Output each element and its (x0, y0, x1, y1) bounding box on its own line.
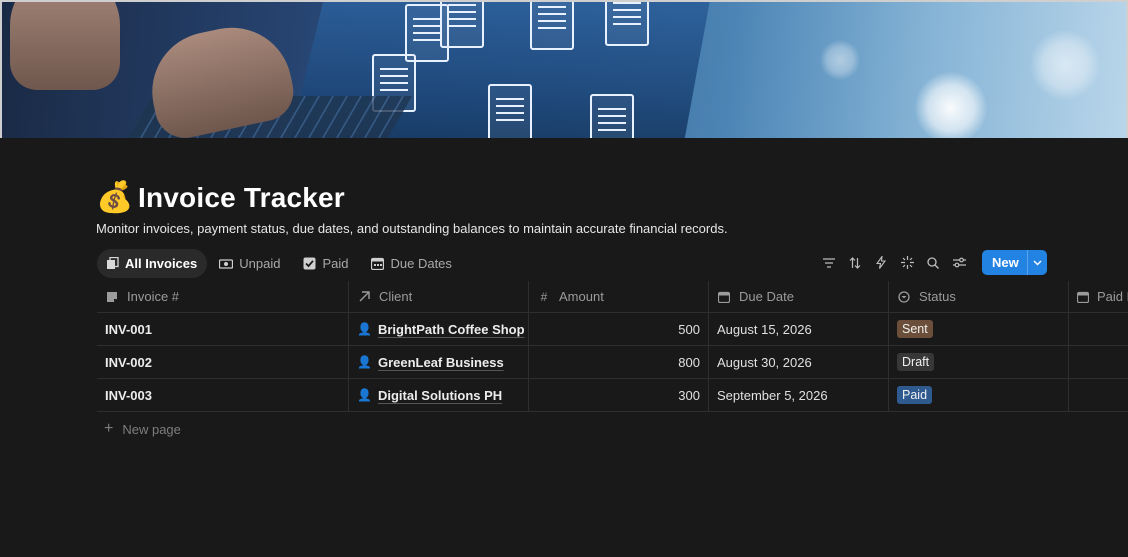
column-label: Invoice # (127, 289, 180, 304)
tab-label: Unpaid (239, 256, 281, 271)
database-toolbar: New (818, 250, 1047, 275)
tab-label: All Invoices (125, 256, 198, 271)
tab-all-invoices[interactable]: All Invoices (97, 249, 208, 278)
invoice-number[interactable]: INV-002 (97, 346, 349, 378)
cover-frame (0, 0, 1128, 138)
new-button-label[interactable]: New (982, 250, 1027, 275)
column-header-status[interactable]: Status (889, 281, 1069, 312)
sort-icon[interactable] (844, 251, 866, 275)
chevron-down-icon[interactable] (1026, 250, 1047, 275)
column-label: Client (379, 289, 413, 304)
status-icon (897, 290, 911, 304)
status-cell[interactable]: Sent (889, 313, 1069, 345)
document-stack-icon (105, 257, 119, 271)
column-header-invoice[interactable]: Invoice # (97, 281, 349, 312)
view-tabs: All Invoices Unpaid Paid Due Dates (97, 249, 462, 278)
calendar-icon (717, 290, 731, 304)
paid-date[interactable] (1069, 346, 1128, 378)
cash-icon (219, 257, 234, 271)
filter-icon[interactable] (818, 251, 840, 275)
invoice-number[interactable]: INV-003 (97, 379, 349, 411)
status-cell[interactable]: Paid (889, 379, 1069, 411)
plus-icon: + (104, 420, 114, 437)
column-label: Status (919, 289, 956, 304)
column-label: Amount (559, 289, 604, 304)
status-badge: Paid (897, 386, 933, 404)
new-page-label: New page (122, 421, 181, 437)
page-title[interactable]: Invoice Tracker (138, 182, 345, 214)
tab-paid[interactable]: Paid (294, 249, 358, 278)
calendar-icon (1077, 290, 1089, 304)
paid-date[interactable] (1069, 379, 1128, 411)
client-name[interactable]: GreenLeaf Business (378, 355, 504, 370)
money-bag-icon[interactable]: 💰 (96, 180, 133, 216)
ai-sparkle-icon[interactable] (896, 251, 918, 275)
client-cell[interactable]: 👤 Digital Solutions PH (349, 379, 529, 411)
new-page-button[interactable]: + New page (104, 420, 181, 438)
status-cell[interactable]: Draft (889, 346, 1069, 378)
search-icon[interactable] (922, 251, 944, 275)
amount[interactable]: 300 (529, 379, 709, 411)
tab-label: Paid (322, 256, 349, 271)
tab-due-dates[interactable]: Due Dates (362, 249, 461, 278)
column-header-amount[interactable]: # Amount (529, 281, 709, 312)
amount[interactable]: 800 (529, 346, 709, 378)
column-label: Paid D (1097, 289, 1128, 304)
client-cell[interactable]: 👤 BrightPath Coffee Shop (349, 313, 529, 345)
client-name[interactable]: Digital Solutions PH (378, 388, 502, 403)
table-header-row: Invoice # Client # Amount Due Date Statu… (97, 281, 1128, 313)
column-header-client[interactable]: Client (349, 281, 529, 312)
amount[interactable]: 500 (529, 313, 709, 345)
person-icon: 👤 (357, 355, 372, 369)
table-row[interactable]: INV-003 👤 Digital Solutions PH 300 Septe… (97, 379, 1128, 412)
status-badge: Draft (897, 353, 935, 371)
paid-date[interactable] (1069, 313, 1128, 345)
column-header-paid-date[interactable]: Paid D (1069, 281, 1128, 312)
number-icon: # (540, 289, 548, 304)
person-icon: 👤 (357, 322, 372, 336)
column-label: Due Date (739, 289, 794, 304)
table-row[interactable]: INV-001 👤 BrightPath Coffee Shop 500 Aug… (97, 313, 1128, 346)
table-row[interactable]: INV-002 👤 GreenLeaf Business 800 August … (97, 346, 1128, 379)
title-icon (105, 290, 119, 304)
person-icon: 👤 (357, 388, 372, 402)
due-date[interactable]: August 15, 2026 (709, 313, 889, 345)
invoice-table: Invoice # Client # Amount Due Date Statu… (97, 281, 1128, 412)
invoice-number[interactable]: INV-001 (97, 313, 349, 345)
settings-icon[interactable] (948, 251, 970, 275)
automation-icon[interactable] (870, 251, 892, 275)
column-header-due-date[interactable]: Due Date (709, 281, 889, 312)
tab-label: Due Dates (390, 256, 452, 271)
client-cell[interactable]: 👤 GreenLeaf Business (349, 346, 529, 378)
status-badge: Sent (897, 320, 933, 338)
due-date[interactable]: September 5, 2026 (709, 379, 889, 411)
calendar-icon (370, 257, 384, 271)
cover-image (0, 0, 1128, 138)
tab-unpaid[interactable]: Unpaid (211, 249, 290, 278)
page-description[interactable]: Monitor invoices, payment status, due da… (96, 221, 728, 236)
due-date[interactable]: August 30, 2026 (709, 346, 889, 378)
checkbox-icon (302, 257, 316, 271)
new-button[interactable]: New (982, 250, 1047, 275)
page-header: 💰 Invoice Tracker (96, 180, 345, 216)
relation-arrow-icon (357, 290, 371, 304)
client-name[interactable]: BrightPath Coffee Shop (378, 322, 525, 337)
